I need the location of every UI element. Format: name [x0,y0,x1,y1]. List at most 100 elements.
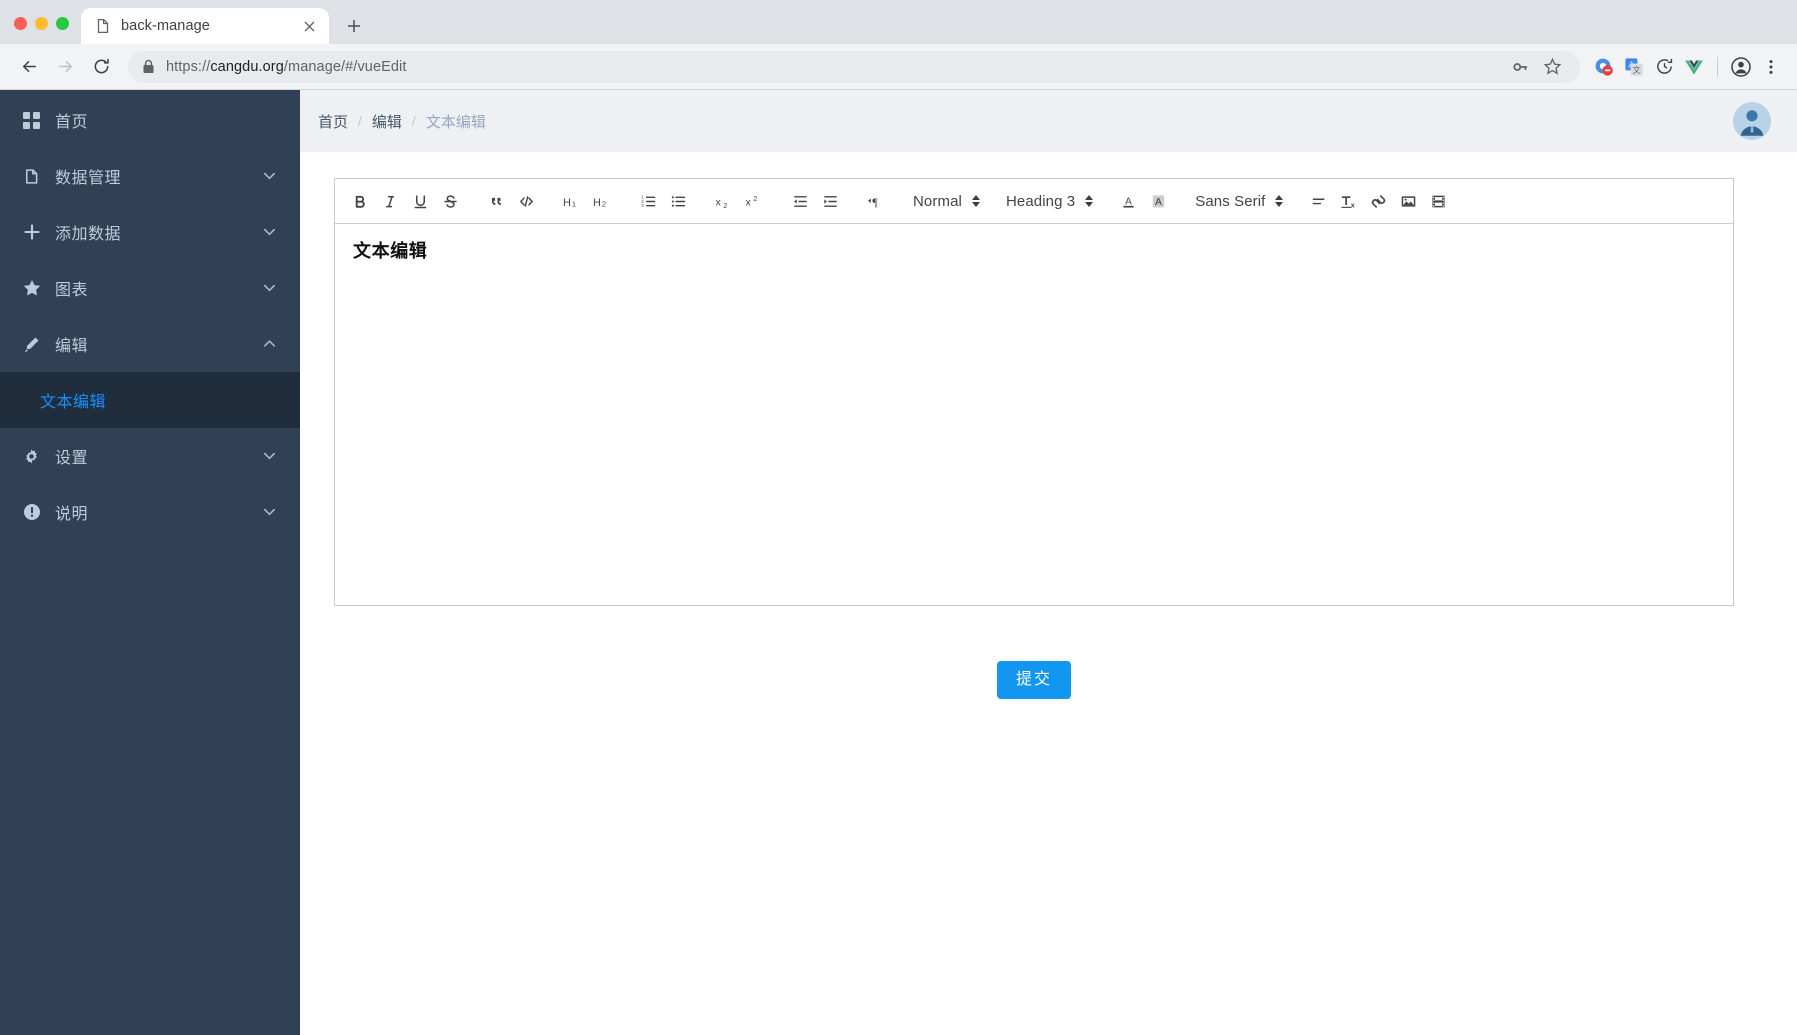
sidebar-item-charts[interactable]: 图表 [0,260,300,316]
star-icon [22,279,41,298]
chrome-menu-icon[interactable] [1757,53,1785,81]
sidebar-item-label: 编辑 [55,338,89,355]
avatar[interactable] [1733,102,1771,140]
header-picker[interactable]: Heading 3 [1000,188,1097,214]
background-color-picker-icon[interactable]: A [1144,188,1172,214]
grid-icon [22,111,41,130]
sidebar-item-edit[interactable]: 编辑 [0,316,300,372]
toolbar-group-lists: 1 2 3 [633,188,693,214]
history-sync-extension-icon[interactable] [1650,53,1678,81]
size-picker[interactable]: Normal [907,188,984,214]
superscript-icon[interactable]: x 2 [740,188,768,214]
close-icon[interactable] [299,16,319,36]
sidebar-item-label: 数据管理 [55,170,122,187]
editor-content[interactable]: 文本编辑 [335,224,1733,278]
editor-container[interactable]: 文本编辑 [334,224,1734,606]
address-bar[interactable]: https://cangdu.org/manage/#/vueEdit [128,50,1580,83]
toolbar-group-headers: H 1 H 2 [557,188,617,214]
sidebar-item-settings[interactable]: 设置 [0,428,300,484]
indent-icon[interactable] [816,188,844,214]
text-color-picker-icon[interactable]: A [1114,188,1142,214]
align-picker-icon[interactable] [1304,188,1332,214]
vue-devtools-extension-icon[interactable] [1680,53,1708,81]
outdent-icon[interactable] [786,188,814,214]
picker-arrows-icon [971,195,980,207]
adblock-extension-icon[interactable] [1590,53,1618,81]
header-1-icon[interactable]: H 1 [558,188,586,214]
video-icon[interactable] [1424,188,1452,214]
header-2-icon[interactable]: H 2 [588,188,616,214]
breadcrumb-item-current: 文本编辑 [425,113,486,131]
sidebar-item-label: 添加数据 [55,226,122,243]
toolbar-group-block [481,188,541,214]
toolbar-group-direction: ¶ [861,188,891,214]
bold-icon[interactable] [346,188,374,214]
chevron-down-icon [262,168,278,184]
font-picker-value: Sans Serif [1195,192,1266,210]
url-scheme: https:// [166,58,211,75]
subscript-icon[interactable]: x 2 [710,188,738,214]
toolbar-group-script: x 2 x 2 [709,188,769,214]
clear-formatting-icon[interactable]: x [1334,188,1362,214]
browser-window: back-manage https://cangdu.org/manage/#/… [0,0,1797,1035]
strikethrough-icon[interactable] [436,188,464,214]
google-translate-extension-icon[interactable]: A 文 [1620,53,1648,81]
page-body: H 1 H 2 1 2 3 x 2 x 2 ¶ Normal Heading 3… [300,152,1797,1035]
text-direction-icon[interactable]: ¶ [862,188,890,214]
toolbar-group-indent [785,188,845,214]
svg-text:3: 3 [641,202,644,207]
sidebar-item-instructions[interactable]: 说明 [0,484,300,540]
bookmark-star-icon[interactable] [1538,53,1566,81]
svg-text:¶: ¶ [872,195,878,209]
profile-avatar-icon[interactable] [1727,53,1755,81]
bullet-list-icon[interactable] [664,188,692,214]
password-manager-icon[interactable] [1506,53,1534,81]
header-picker-value: Heading 3 [1005,192,1076,210]
tab-title: back-manage [121,18,210,34]
svg-text:2: 2 [601,199,605,208]
close-window-button[interactable] [14,17,27,30]
new-tab-button[interactable] [339,11,369,41]
arrow-right-icon[interactable] [48,50,82,84]
svg-text:x: x [1351,201,1355,209]
window-controls [0,17,81,44]
arrow-left-icon[interactable] [12,50,46,84]
minimize-window-button[interactable] [35,17,48,30]
url-text: https://cangdu.org/manage/#/vueEdit [166,59,407,75]
gear-icon [22,447,41,466]
blockquote-icon[interactable] [482,188,510,214]
page-icon [95,18,111,34]
svg-text:x: x [745,197,751,208]
sidebar-item-text-editor[interactable]: 文本编辑 [0,372,300,428]
image-icon[interactable] [1394,188,1422,214]
sidebar-item-data-management[interactable]: 数据管理 [0,148,300,204]
submit-button[interactable]: 提交 [996,661,1071,699]
link-icon[interactable] [1364,188,1392,214]
font-picker[interactable]: Sans Serif [1189,188,1287,214]
toolbar-group-misc: x [1303,188,1453,214]
picker-arrows-icon [1275,195,1284,207]
sidebar-item-home[interactable]: 首页 [0,92,300,148]
svg-text:A: A [1155,196,1162,207]
breadcrumb: 首页 / 编辑 / 文本编辑 [318,111,486,132]
picker-arrows-icon [1085,195,1094,207]
sidebar-item-label: 说明 [55,506,89,523]
maximize-window-button[interactable] [56,17,69,30]
chevron-down-icon [262,224,278,240]
reload-icon[interactable] [84,50,118,84]
code-block-icon[interactable] [512,188,540,214]
chevron-up-icon [262,336,278,352]
ordered-list-icon[interactable]: 1 2 3 [634,188,662,214]
svg-text:H: H [593,196,601,208]
underline-icon[interactable] [406,188,434,214]
sidebar-item-label: 图表 [55,282,89,299]
svg-text:x: x [715,197,721,208]
sidebar-item-add-data[interactable]: 添加数据 [0,204,300,260]
sidebar: 首页 数据管理 添加数据 图表 编辑 文本编辑 设置 说明 [0,90,300,1035]
toolbar-group-inline [345,188,465,214]
breadcrumb-item-home[interactable]: 首页 [318,111,348,132]
breadcrumb-separator: / [358,113,362,129]
breadcrumb-item-edit[interactable]: 编辑 [372,111,402,132]
italic-icon[interactable] [376,188,404,214]
browser-tab[interactable]: back-manage [81,8,329,44]
